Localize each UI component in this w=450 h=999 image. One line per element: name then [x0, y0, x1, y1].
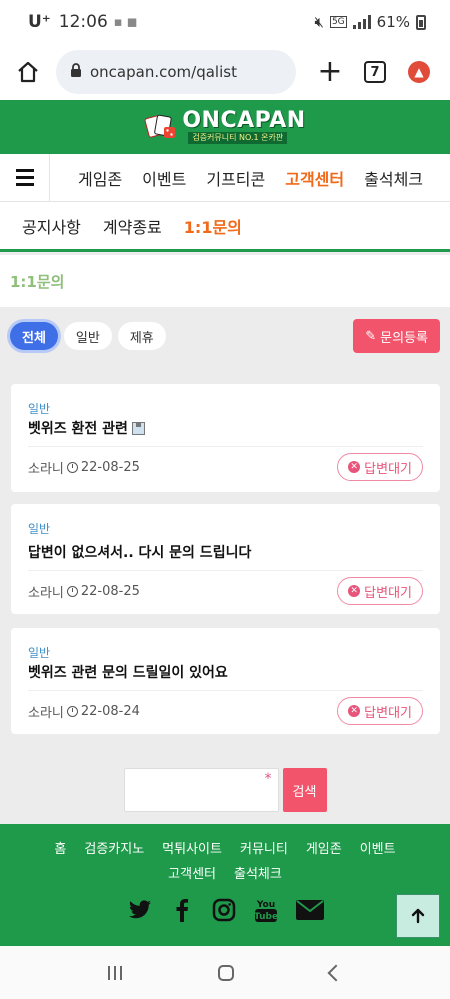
filter-partnership[interactable]: 제휴 — [117, 322, 166, 350]
footer-link-home[interactable]: 홈 — [54, 838, 66, 857]
browser-update-icon[interactable]: ▲ — [408, 61, 430, 83]
arrow-up-icon — [411, 908, 425, 924]
recent-apps-icon[interactable] — [108, 965, 122, 980]
page-title: 1:1문의 — [0, 255, 450, 307]
clock-icon — [66, 706, 78, 717]
site-footer: 홈 검증카지노 먹튀사이트 커뮤니티 게임존 이벤트 고객센터 출석체크 You… — [0, 824, 450, 946]
nav-item-attendance[interactable]: 출석체크 — [364, 166, 423, 190]
battery-percent: 61% — [376, 13, 410, 31]
close-circle-icon: ✕ — [348, 585, 361, 597]
post-category: 일반 — [28, 402, 51, 416]
home-button-icon[interactable] — [218, 964, 234, 981]
notification-icons: ▪ ◼ — [113, 14, 138, 30]
status-badge: ✕ 답변대기 — [337, 577, 423, 605]
battery-icon — [416, 14, 426, 30]
system-nav-bar — [0, 946, 450, 999]
social-links: You Tube — [128, 898, 324, 922]
nav-item-event[interactable]: 이벤트 — [142, 166, 186, 190]
post-date: 22-08-25 — [80, 460, 140, 475]
home-icon[interactable] — [14, 58, 42, 86]
subnav-item-notice[interactable]: 공지사항 — [22, 214, 81, 238]
youtube-icon[interactable]: You Tube — [254, 898, 278, 922]
subnav-item-inquiry[interactable]: 1:1문의 — [184, 214, 242, 238]
close-circle-icon: ✕ — [348, 705, 361, 717]
search-row: * 검색 — [0, 768, 450, 812]
post-date: 22-08-24 — [80, 704, 140, 719]
post-card[interactable]: 일반 답변이 없으셔서.. 다시 문의 드립니다 소라니 22-08-25 ✕ 답… — [11, 504, 440, 614]
search-button[interactable]: 검색 — [282, 768, 327, 812]
divider — [28, 690, 423, 691]
new-tab-icon[interactable]: + — [316, 57, 344, 87]
email-icon[interactable] — [296, 898, 324, 922]
twitter-icon[interactable] — [128, 898, 152, 922]
required-mark: * — [264, 771, 272, 787]
footer-link-support[interactable]: 고객센터 — [168, 863, 216, 882]
address-bar[interactable]: oncapan.com/qalist — [56, 50, 296, 94]
filter-bar: 전체 일반 제휴 ✎ 문의등록 — [0, 318, 450, 354]
mute-icon: 🔇︎ — [314, 13, 324, 31]
search-input[interactable]: * — [123, 768, 279, 812]
clock-icon — [66, 462, 78, 473]
post-author: 소라니 — [28, 586, 64, 601]
signal-icon — [352, 15, 371, 29]
carrier-label: U⁺ — [28, 12, 51, 32]
register-inquiry-label: 문의등록 — [380, 330, 428, 346]
browser-toolbar: oncapan.com/qalist + 7 ▲ — [0, 44, 450, 100]
instagram-icon[interactable] — [212, 898, 236, 922]
svg-text:Tube: Tube — [254, 912, 278, 922]
brand-tagline: 검증커뮤니티 NO.1 온카판 — [188, 132, 288, 144]
facebook-icon[interactable] — [170, 898, 194, 922]
post-meta: 소라니 22-08-25 — [28, 458, 140, 477]
svg-text:You: You — [256, 900, 275, 910]
post-card[interactable]: 일반 벳위즈 관련 문의 드릴일이 있어요 소라니 22-08-24 ✕ 답변대기 — [11, 628, 440, 734]
post-title[interactable]: 벳위즈 관련 문의 드릴일이 있어요 — [28, 662, 228, 682]
tab-switcher-button[interactable]: 7 — [364, 61, 386, 83]
close-circle-icon: ✕ — [348, 461, 361, 473]
lock-icon — [70, 63, 82, 81]
site-header: ONCAPAN 검증커뮤니티 NO.1 온카판 — [0, 100, 450, 154]
subnav-item-contract-end[interactable]: 계약종료 — [103, 214, 162, 238]
footer-link-event[interactable]: 이벤트 — [360, 838, 396, 857]
brand-name: ONCAPAN — [182, 108, 306, 133]
post-title[interactable]: 답변이 없으셔서.. 다시 문의 드립니다 — [28, 542, 251, 562]
sub-nav: 공지사항 계약종료 1:1문의 — [0, 202, 450, 252]
footer-link-gamezone[interactable]: 게임존 — [306, 838, 342, 857]
status-bar: U⁺ 12:06 ▪ ◼ 🔇︎ 5G 61% — [0, 0, 450, 44]
main-nav: 게임존 이벤트 기프티콘 고객센터 출석체크 — [0, 153, 450, 202]
menu-icon[interactable] — [0, 153, 50, 202]
divider — [28, 570, 423, 571]
post-meta: 소라니 22-08-25 — [28, 582, 140, 601]
clock-time: 12:06 — [58, 12, 108, 32]
nav-item-support[interactable]: 고객센터 — [285, 166, 344, 190]
scroll-to-top-button[interactable] — [396, 894, 440, 938]
post-date: 22-08-25 — [80, 584, 140, 599]
footer-link-attendance[interactable]: 출석체크 — [234, 863, 282, 882]
divider — [28, 446, 423, 447]
post-category: 일반 — [28, 646, 51, 660]
attachment-icon — [131, 421, 145, 435]
post-category: 일반 — [28, 522, 51, 536]
nav-item-gamezone[interactable]: 게임존 — [78, 166, 122, 190]
status-badge: ✕ 답변대기 — [337, 697, 423, 725]
nav-item-gifticon[interactable]: 기프티콘 — [206, 166, 265, 190]
post-author: 소라니 — [28, 462, 64, 477]
post-author: 소라니 — [28, 706, 64, 721]
filter-all[interactable]: 전체 — [10, 322, 58, 350]
pencil-icon: ✎ — [365, 328, 377, 344]
filter-general[interactable]: 일반 — [63, 322, 112, 350]
card-dice-icon — [144, 113, 178, 141]
status-badge: ✕ 답변대기 — [337, 453, 423, 481]
post-title[interactable]: 벳위즈 환전 관련 — [28, 418, 145, 438]
post-meta: 소라니 22-08-24 — [28, 702, 140, 721]
network-type: 5G — [329, 16, 347, 28]
site-logo[interactable]: ONCAPAN 검증커뮤니티 NO.1 온카판 — [144, 110, 305, 144]
url-text: oncapan.com/qalist — [90, 63, 237, 81]
footer-link-verified-casino[interactable]: 검증카지노 — [84, 838, 144, 857]
post-card[interactable]: 일반 벳위즈 환전 관련 소라니 22-08-25 ✕ 답변대기 — [11, 384, 440, 492]
footer-link-scam-sites[interactable]: 먹튀사이트 — [162, 838, 222, 857]
register-inquiry-button[interactable]: ✎ 문의등록 — [353, 319, 440, 353]
back-icon[interactable] — [327, 964, 345, 981]
clock-icon — [66, 586, 78, 597]
footer-link-community[interactable]: 커뮤니티 — [240, 838, 288, 857]
